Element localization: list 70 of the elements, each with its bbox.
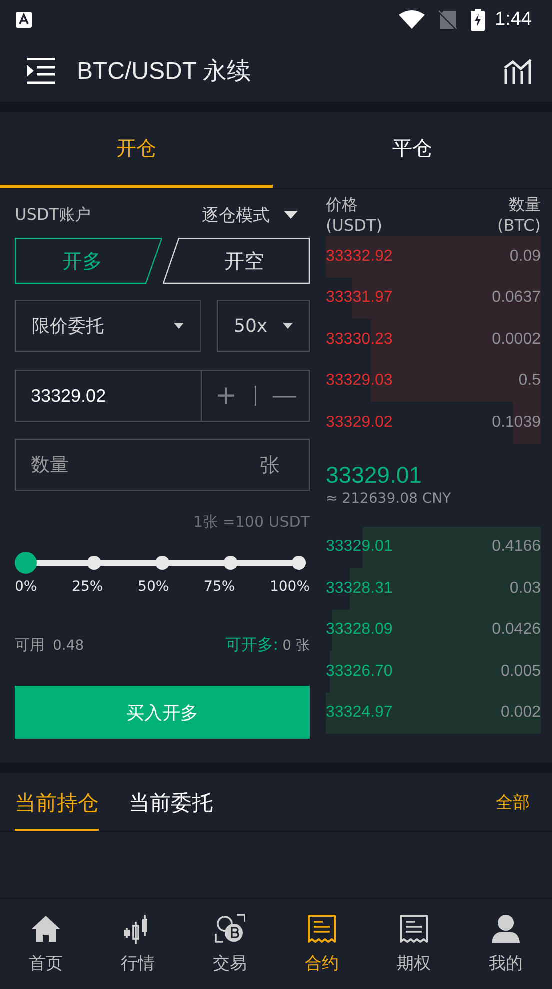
max-open-label: 可开多: (225, 635, 279, 656)
percent-label: 50% (138, 579, 170, 595)
price-cell[interactable]: 33328.09 (326, 621, 393, 640)
price-cell[interactable]: 33324.97 (326, 704, 393, 722)
price-cell[interactable]: 33330.23 (326, 330, 393, 349)
receipt-icon (399, 914, 429, 944)
amount-cell: 0.4166 (492, 538, 541, 556)
battery-icon (471, 9, 486, 31)
amount-cell: 0.005 (500, 662, 541, 681)
price-cell[interactable]: 33329.03 (326, 372, 393, 390)
coin-exchange-icon (215, 914, 245, 944)
amount-cell: 0.09 (510, 248, 541, 266)
side-tab[interactable]: 开空 (163, 238, 310, 284)
price-field[interactable]: 33329.02 (15, 370, 202, 422)
available-label: 可用 (15, 636, 45, 655)
tab[interactable]: 平仓 (273, 112, 552, 188)
last-price: 33329.01 (326, 462, 423, 488)
price-cell[interactable]: 33328.31 (326, 580, 393, 598)
percent-label: 75% (204, 579, 236, 595)
person-icon (491, 914, 521, 944)
percent-label: 100% (270, 579, 310, 595)
column-header: 价格 (USDT) (326, 194, 382, 236)
price-cell[interactable]: 33329.02 (326, 414, 393, 432)
side-tab[interactable]: 开多 (15, 238, 162, 284)
receipt-icon (307, 914, 337, 944)
nav-item[interactable]: 合约 (276, 899, 368, 989)
amount-cell: 0.03 (510, 580, 541, 598)
contract-size-note: 1张 =100 USDT (192, 513, 310, 532)
status-time: 1:44 (495, 9, 532, 31)
notification-icon (16, 12, 32, 28)
nav-item[interactable]: 期权 (368, 899, 460, 989)
amount-cell: 0.0426 (492, 621, 541, 640)
leverage-dropdown[interactable]: 50x (217, 300, 310, 352)
menu-button[interactable] (27, 58, 55, 84)
order-type-dropdown[interactable]: 限价委托 (15, 300, 201, 352)
amount-cell: 0.0637 (492, 289, 541, 308)
price-cell[interactable]: 33326.70 (326, 662, 393, 681)
decrease-button[interactable]: — (264, 381, 305, 411)
tab[interactable]: 当前委托 (129, 773, 213, 831)
nav-item[interactable]: 我的 (460, 899, 552, 989)
caret-icon (174, 323, 184, 329)
home-icon (31, 914, 61, 944)
slider-thumb[interactable] (15, 552, 37, 574)
nav-item[interactable]: 首页 (0, 899, 92, 989)
no-sim-icon (439, 10, 458, 30)
unit-label: 张 (260, 452, 280, 479)
wifi-icon (399, 10, 426, 30)
caret-icon (283, 323, 293, 329)
amount-cell: 0.002 (500, 704, 541, 722)
nav-item[interactable]: 行情 (92, 899, 184, 989)
tab[interactable]: 开仓 (0, 112, 273, 188)
increase-button[interactable]: + (206, 381, 246, 411)
tab[interactable]: 当前持仓 (15, 773, 99, 831)
nav-item[interactable]: 交易 (184, 899, 276, 989)
max-open-value: 0 张 (282, 637, 310, 655)
view-all-link[interactable]: 全部 (496, 790, 530, 814)
available-value: 0.48 (53, 638, 84, 654)
page-title: BTC/USDT 永续 (77, 57, 252, 87)
account-label: USDT账户 (15, 204, 92, 226)
price-cell[interactable]: 33329.01 (326, 538, 393, 556)
amount-cell: 0.0002 (492, 330, 541, 349)
cny-price: ≈ 212639.08 CNY (326, 490, 452, 506)
margin-mode-dropdown[interactable]: 逐仓模式 (202, 204, 298, 226)
amount-cell: 0.1039 (492, 414, 541, 432)
percent-label: 25% (72, 579, 104, 595)
column-header: 数量 (BTC) (498, 194, 541, 236)
caret-icon (284, 211, 298, 219)
percent-label: 0% (15, 579, 38, 595)
amount-cell: 0.5 (518, 372, 541, 390)
chart-button[interactable] (504, 58, 532, 84)
